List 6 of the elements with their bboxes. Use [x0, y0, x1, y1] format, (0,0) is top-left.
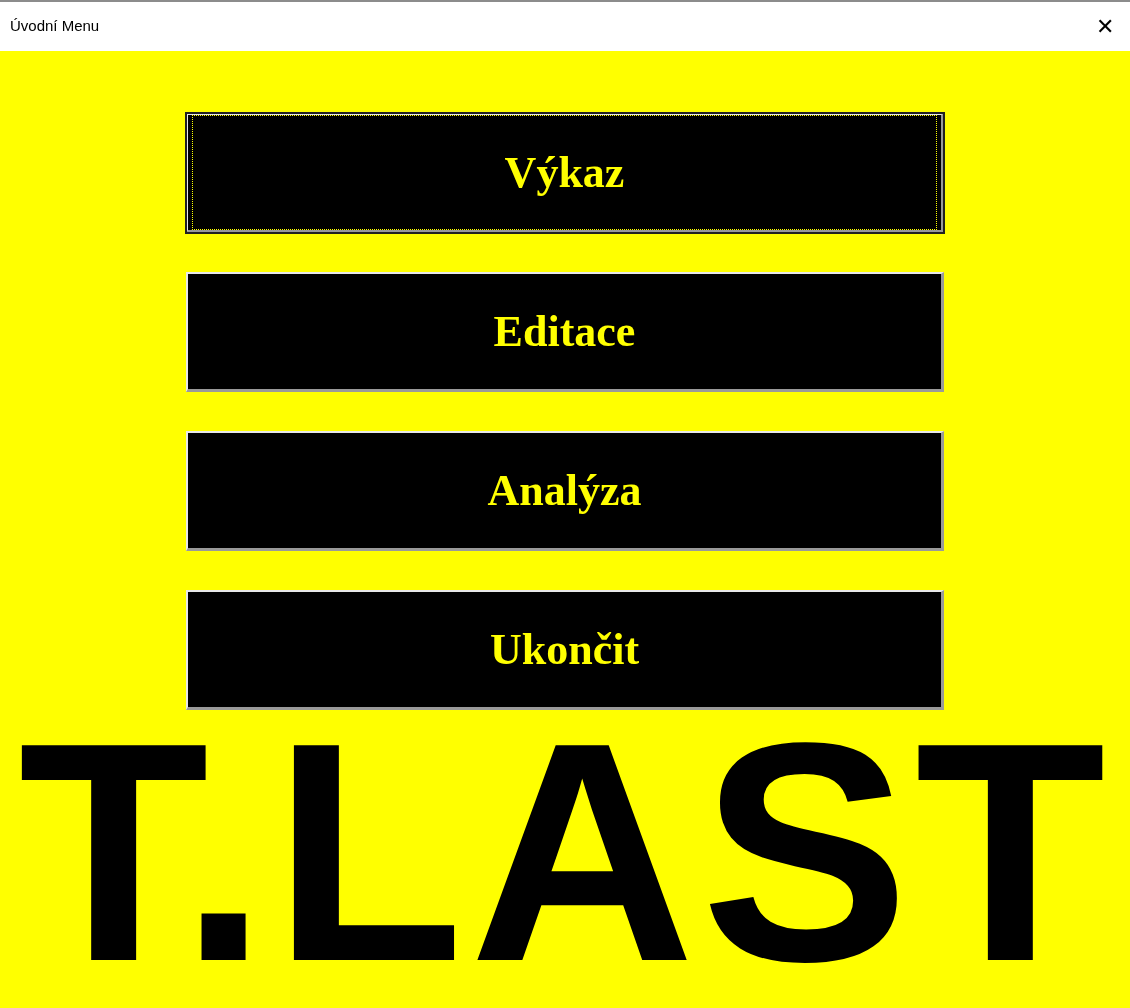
menu-button[interactable]: Analýza	[186, 431, 944, 551]
menu-button[interactable]: Výkaz	[186, 113, 944, 233]
menu-button[interactable]: Ukončit	[186, 590, 944, 710]
close-button[interactable]: ✕	[1092, 15, 1118, 38]
window-title: Úvodní Menu	[10, 16, 100, 37]
menu-button[interactable]: Editace	[186, 272, 944, 392]
